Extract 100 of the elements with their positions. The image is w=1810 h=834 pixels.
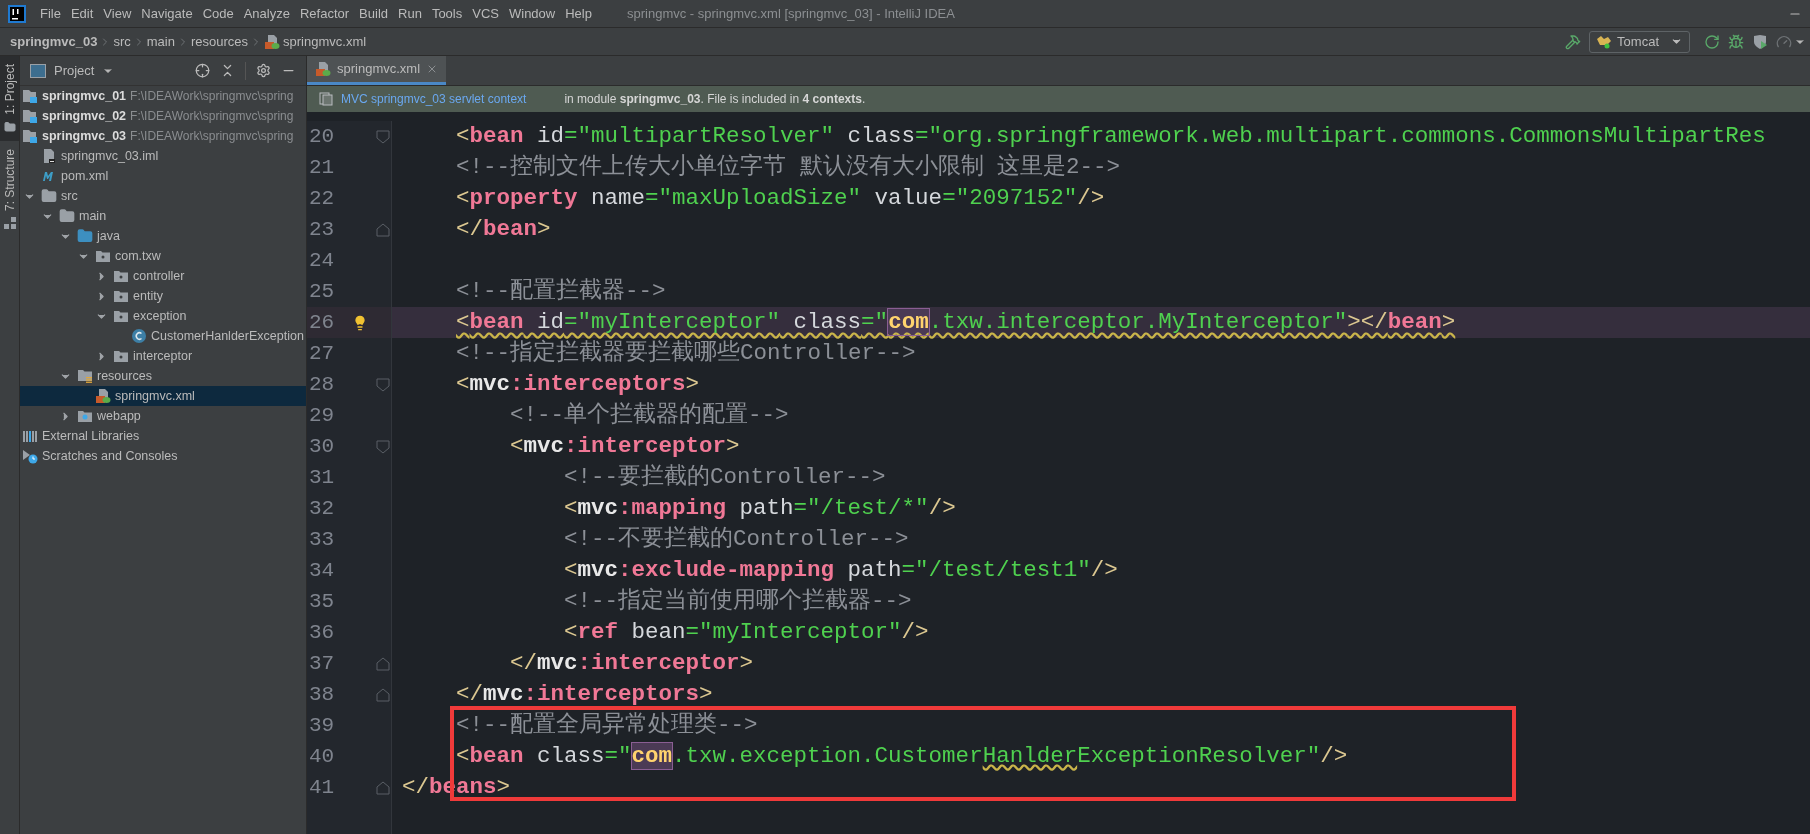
tree-item[interactable]: controller xyxy=(20,266,306,286)
code-line: <bean id="myInterceptor" class="com.txw.interceptor.MyInterceptor"></bean> xyxy=(456,308,1456,337)
module-path: F:\IDEAWork\springmvc\spring xyxy=(130,88,294,105)
tree-item[interactable]: springmvc_03.iml xyxy=(20,146,306,166)
fold-marker-icon[interactable] xyxy=(376,222,390,237)
context-link[interactable]: MVC springmvc_03 servlet context xyxy=(341,90,527,108)
breadcrumb[interactable]: main xyxy=(146,31,175,52)
build-hammer-icon[interactable] xyxy=(1565,33,1582,50)
line-number: 23 xyxy=(309,216,336,243)
menu-item[interactable]: Tools xyxy=(426,3,468,24)
tree-item-label: springmvc_03.iml xyxy=(61,147,159,165)
lightbulb-icon[interactable] xyxy=(352,314,368,331)
profiler-icon[interactable] xyxy=(1776,33,1792,50)
tree-item[interactable]: main xyxy=(20,206,306,226)
menu-item[interactable]: Build xyxy=(354,3,393,24)
editor-tab[interactable]: springmvc.xml xyxy=(307,56,447,85)
tree-item[interactable]: pom.xml xyxy=(20,166,306,186)
breadcrumb[interactable]: resources xyxy=(190,31,249,52)
menu-item[interactable]: Run xyxy=(393,3,427,24)
resources-folder-icon xyxy=(77,368,93,384)
line-number: 26 xyxy=(309,309,336,336)
tree-item[interactable]: java xyxy=(20,226,306,246)
line-number: 31 xyxy=(309,464,336,491)
class-c-icon xyxy=(131,328,147,344)
menu-item[interactable]: Code xyxy=(197,3,239,24)
package-icon xyxy=(95,248,111,264)
line-number: 39 xyxy=(309,712,336,739)
menu-item[interactable]: Analyze xyxy=(238,3,295,24)
scratches-icon xyxy=(22,448,38,464)
code-line: <!--配置全局异常处理类--> xyxy=(456,711,758,740)
tool-window-label: 7: Structure xyxy=(1,148,18,211)
breadcrumb[interactable]: springmvc_03 xyxy=(10,31,98,52)
coverage-shield-icon[interactable] xyxy=(1752,33,1768,50)
line-number: 27 xyxy=(309,340,336,367)
editor-tab-label: springmvc.xml xyxy=(337,60,421,79)
code-line: <property name="maxUploadSize" value="2097152"/> xyxy=(456,184,1105,213)
fold-marker-icon[interactable] xyxy=(376,687,390,702)
menu-item[interactable]: View xyxy=(98,3,137,24)
run-configuration-dropdown[interactable]: Tomcat xyxy=(1589,30,1690,53)
tree-item-label: src xyxy=(61,187,78,205)
tree-item[interactable]: entity xyxy=(20,286,306,306)
line-number: 20 xyxy=(309,123,336,150)
locate-crosshair-icon[interactable] xyxy=(195,63,210,78)
menu-item[interactable]: Refactor xyxy=(294,3,355,24)
menu-item[interactable]: Navigate xyxy=(136,3,198,24)
tool-window-label: 1: Project xyxy=(1,64,18,115)
menu-item[interactable]: VCS xyxy=(467,3,504,24)
tree-item-label: resources xyxy=(97,367,152,385)
code-line: <mvc:interceptors> xyxy=(456,370,700,399)
breadcrumb[interactable]: src xyxy=(113,31,131,52)
code-line: <bean class="com.txw.exception.CustomerHanlderExceptionResolver"/> xyxy=(456,742,1348,771)
package-icon xyxy=(113,288,129,304)
tree-item[interactable]: springmvc_03 F:\IDEAWork\springmvc\spring xyxy=(20,126,306,146)
tree-item[interactable]: External Libraries xyxy=(20,426,306,446)
tool-window-tab[interactable]: 1: Project xyxy=(0,56,19,141)
line-number: 32 xyxy=(309,495,336,522)
menu-item[interactable]: Window xyxy=(503,3,561,24)
tree-item[interactable]: webapp xyxy=(20,406,306,426)
menu-item[interactable]: Help xyxy=(560,3,597,24)
context-info-text: in module springmvc_03. File is included in 4 contexts. xyxy=(564,91,866,108)
tree-item[interactable]: springmvc_02 F:\IDEAWork\springmvc\spring xyxy=(20,106,306,126)
code-line: </bean> xyxy=(456,215,551,244)
tree-item[interactable]: resources xyxy=(20,366,306,386)
fold-marker-icon[interactable] xyxy=(376,656,390,671)
menu-item[interactable]: Edit xyxy=(65,3,99,24)
web-folder-icon xyxy=(77,408,93,424)
menu-item[interactable]: File xyxy=(35,3,66,24)
fold-marker-icon[interactable] xyxy=(376,129,390,144)
debug-bug-icon[interactable] xyxy=(1728,33,1744,50)
tree-item-label: java xyxy=(97,227,120,245)
tree-item[interactable]: CustomerHanlderException xyxy=(20,326,306,346)
tool-window-tab[interactable]: 7: Structure xyxy=(0,140,19,237)
settings-icon[interactable] xyxy=(256,63,271,78)
xml-file-icon xyxy=(95,388,111,404)
tree-item[interactable]: com.txw xyxy=(20,246,306,266)
tree-item[interactable]: springmvc_01 F:\IDEAWork\springmvc\spring xyxy=(20,86,306,106)
tree-item[interactable]: interceptor xyxy=(20,346,306,366)
tree-item[interactable]: Scratches and Consoles xyxy=(20,446,306,466)
package-icon xyxy=(113,268,129,284)
xml-file-icon xyxy=(315,61,331,77)
code-line: <!--单个拦截器的配置--> xyxy=(510,401,789,430)
line-number: 40 xyxy=(309,743,336,770)
code-line: <!--指定拦截器要拦截哪些Controller--> xyxy=(456,339,916,368)
fold-marker-icon[interactable] xyxy=(376,780,390,795)
panel-title[interactable]: Project xyxy=(54,60,95,81)
tree-item[interactable]: src xyxy=(20,186,306,206)
folder-icon xyxy=(3,120,16,133)
fold-marker-icon[interactable] xyxy=(376,377,390,392)
xml-file-icon xyxy=(264,33,281,50)
folder-icon xyxy=(59,208,75,224)
tree-item-label: webapp xyxy=(97,407,141,425)
tree-item[interactable]: exception xyxy=(20,306,306,326)
tree-item-label: controller xyxy=(133,267,185,285)
rerun-icon[interactable] xyxy=(1704,33,1720,50)
tree-item-label: interceptor xyxy=(133,347,193,365)
breadcrumb[interactable]: springmvc.xml xyxy=(283,31,367,52)
structure-icon xyxy=(3,216,16,229)
tree-item[interactable]: springmvc.xml xyxy=(20,386,306,406)
fold-marker-icon[interactable] xyxy=(376,439,390,454)
code-line: <mvc:mapping path="/test/*"/> xyxy=(564,494,956,523)
